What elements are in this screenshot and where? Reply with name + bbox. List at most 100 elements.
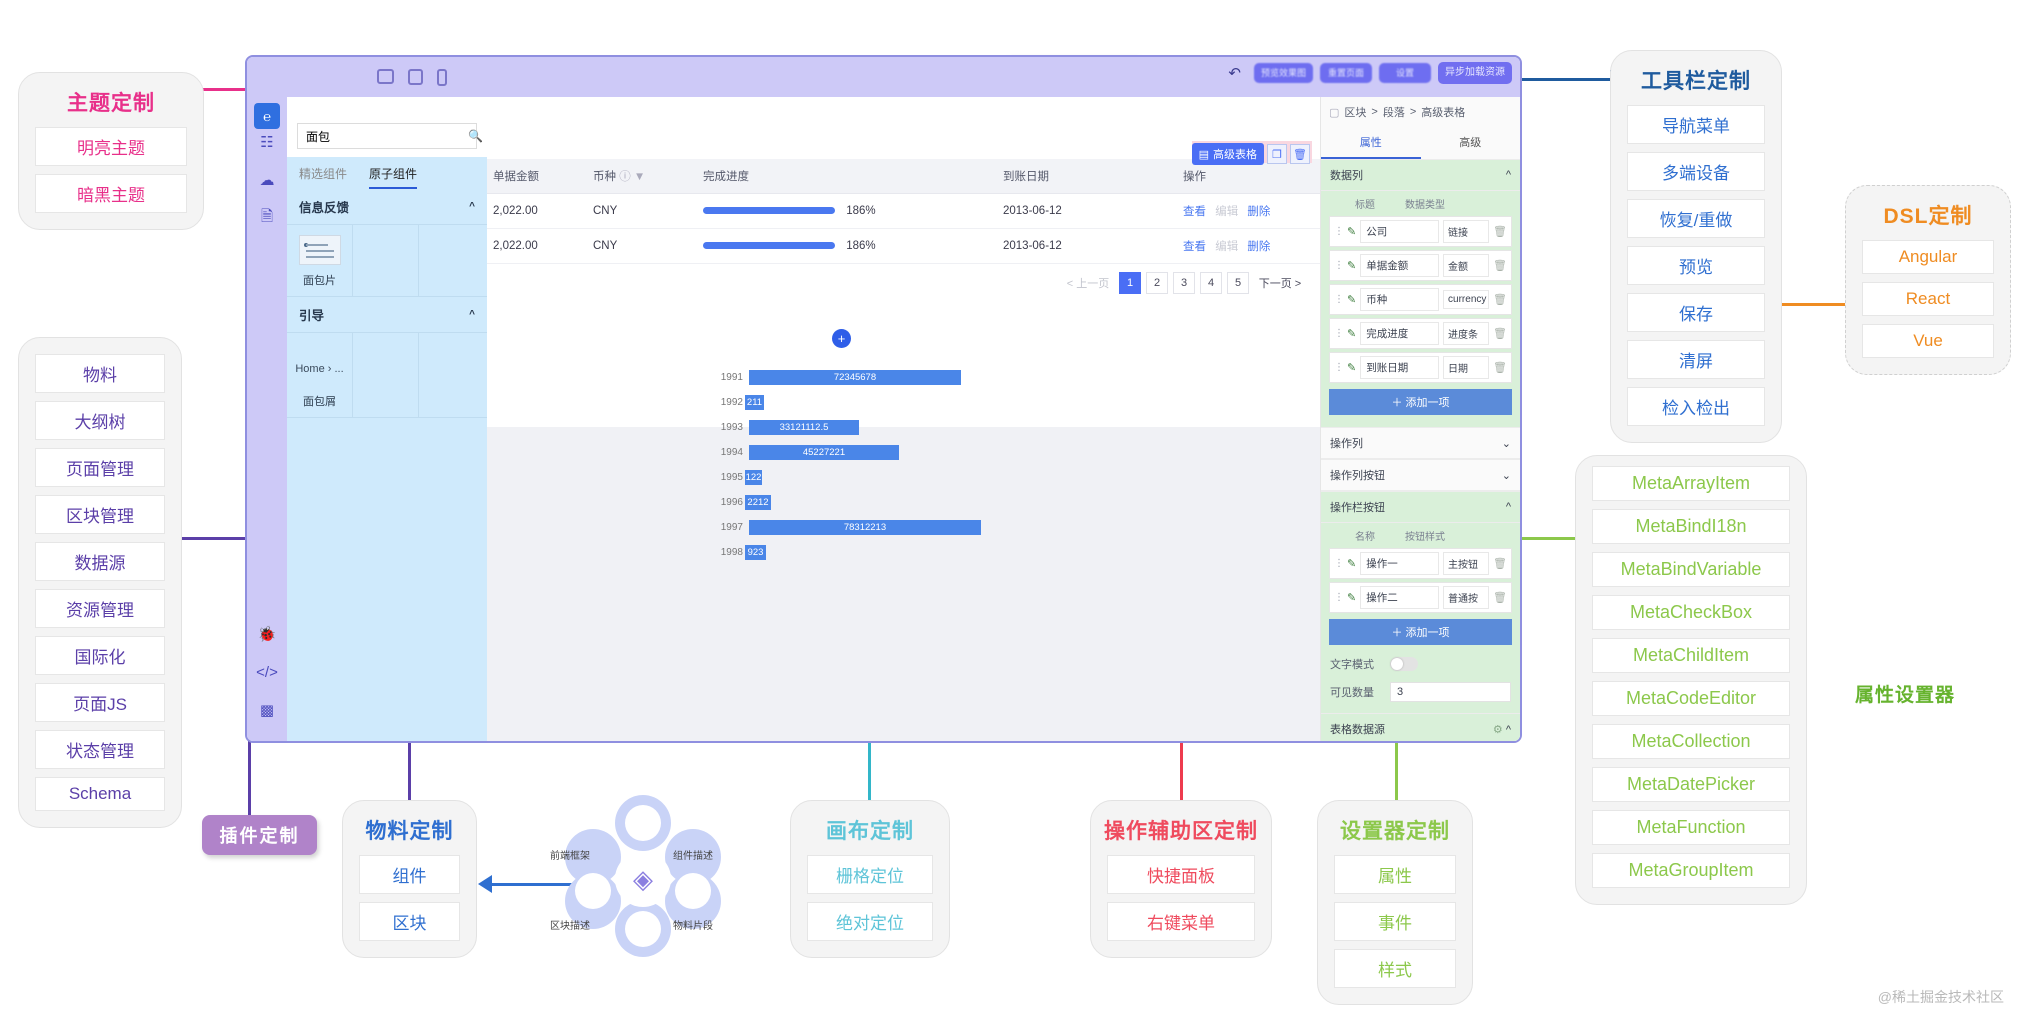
material-item-component[interactable]: 组件 <box>359 855 460 894</box>
table-row[interactable]: 2,022.00 CNY 186% 2013-06-12 查看 编辑 删除 <box>487 228 1320 264</box>
desktop-icon[interactable] <box>377 68 394 84</box>
meta-item-6[interactable]: MetaCollection <box>1592 724 1790 759</box>
undo-icon[interactable]: ↶ <box>1228 64 1241 82</box>
tablet-icon[interactable] <box>408 68 423 85</box>
toolbar-button-async-load[interactable]: 异步加载资源 <box>1438 62 1512 84</box>
drag-handle-icon[interactable]: ⋮ <box>1334 294 1344 305</box>
material-search-box[interactable]: 🔍 ✖ <box>297 123 498 149</box>
setter-item-events[interactable]: 事件 <box>1334 902 1456 941</box>
action-edit[interactable]: 编辑 <box>1215 241 1238 253</box>
data-column-row[interactable]: ⋮ ✎ 单据金额 金额 🗑 <box>1329 250 1512 281</box>
meta-item-7[interactable]: MetaDatePicker <box>1592 767 1790 802</box>
data-column-type[interactable]: 链接 <box>1443 220 1490 243</box>
toolbar-button-preview[interactable]: 预览效果图 <box>1253 62 1313 83</box>
search-icon[interactable]: 🔍 <box>468 129 483 143</box>
data-column-name[interactable]: 单据金额 <box>1360 254 1440 277</box>
toolbar-item-2[interactable]: 恢复/重做 <box>1627 199 1765 238</box>
meta-item-8[interactable]: MetaFunction <box>1592 810 1790 845</box>
material-item-breadslice[interactable]: 面包片 <box>287 225 353 296</box>
add-component-fab[interactable]: + <box>832 329 851 348</box>
drag-handle-icon[interactable]: ⋮ <box>1334 362 1344 373</box>
canvas-item-absolute[interactable]: 绝对定位 <box>807 902 933 941</box>
edit-icon[interactable]: ✎ <box>1347 591 1356 604</box>
action-button-row[interactable]: ⋮ ✎ 操作二 普通按 🗑 <box>1329 582 1512 613</box>
setter-item-styles[interactable]: 样式 <box>1334 949 1456 988</box>
material-group-feedback[interactable]: 信息反馈 ^ <box>287 189 487 225</box>
delete-icon[interactable]: 🗑 <box>1290 144 1310 164</box>
plugin-item-9[interactable]: Schema <box>35 777 165 811</box>
action-button-name[interactable]: 操作一 <box>1360 552 1440 575</box>
action-button-name[interactable]: 操作二 <box>1360 586 1440 609</box>
aux-item-quickpanel[interactable]: 快捷面板 <box>1107 855 1255 894</box>
trash-icon[interactable]: 🗑 <box>1493 259 1507 272</box>
chevron-up-icon-4[interactable]: ^ <box>1506 501 1511 513</box>
theme-item-dark[interactable]: 暗黑主题 <box>35 174 187 213</box>
data-column-row[interactable]: ⋮ ✎ 币种 currency 🗑 <box>1329 284 1512 315</box>
meta-item-0[interactable]: MetaArrayItem <box>1592 466 1790 501</box>
edit-icon[interactable]: ✎ <box>1347 361 1356 374</box>
trash-icon[interactable]: 🗑 <box>1493 557 1507 570</box>
plugin-item-2[interactable]: 页面管理 <box>35 448 165 487</box>
plugin-item-7[interactable]: 页面JS <box>35 683 165 722</box>
filter-icon[interactable]: ▼ <box>634 171 645 183</box>
group-action-column[interactable]: 操作列 ⌄ <box>1321 427 1520 459</box>
pagination-page-2[interactable]: 2 <box>1146 272 1168 294</box>
plugin-item-0[interactable]: 物料 <box>35 354 165 393</box>
edit-icon[interactable]: ✎ <box>1347 327 1356 340</box>
pagination-page-5[interactable]: 5 <box>1227 272 1249 294</box>
device-switcher[interactable] <box>377 68 447 86</box>
breadcrumb-block[interactable]: 区块 <box>1344 104 1366 120</box>
mobile-icon[interactable] <box>437 68 447 86</box>
edit-icon[interactable]: ✎ <box>1347 259 1356 272</box>
drag-handle-icon[interactable]: ⋮ <box>1334 226 1344 237</box>
pagination-next[interactable]: 下一页 > <box>1254 272 1306 294</box>
chevron-down-icon-2[interactable]: ⌄ <box>1502 469 1511 482</box>
material-group-guide[interactable]: 引导 ^ <box>287 297 487 333</box>
pagination-page-1[interactable]: 1 <box>1119 272 1141 294</box>
meta-item-3[interactable]: MetaCheckBox <box>1592 595 1790 630</box>
setter-item-props[interactable]: 属性 <box>1334 855 1456 894</box>
plugin-item-5[interactable]: 资源管理 <box>35 589 165 628</box>
tab-atomic-components[interactable]: 原子组件 <box>369 165 418 189</box>
dsl-item-vue[interactable]: Vue <box>1862 324 1994 358</box>
data-column-row[interactable]: ⋮ ✎ 公司 链接 🗑 <box>1329 216 1512 247</box>
toolbar-item-6[interactable]: 检入检出 <box>1627 387 1765 426</box>
data-column-type[interactable]: 金额 <box>1443 254 1490 277</box>
action-view[interactable]: 查看 <box>1183 241 1206 253</box>
data-column-name[interactable]: 公司 <box>1360 220 1440 243</box>
plugin-item-1[interactable]: 大纲树 <box>35 401 165 440</box>
action-button-row[interactable]: ⋮ ✎ 操作一 主按钮 🗑 <box>1329 548 1512 579</box>
trash-icon[interactable]: 🗑 <box>1493 293 1507 306</box>
theme-item-light[interactable]: 明亮主题 <box>35 127 187 166</box>
pagination-page-3[interactable]: 3 <box>1173 272 1195 294</box>
toolbar-item-5[interactable]: 清屏 <box>1627 340 1765 379</box>
data-column-name[interactable]: 到账日期 <box>1360 356 1440 379</box>
canvas-item-grid[interactable]: 栅格定位 <box>807 855 933 894</box>
link-icon[interactable]: ⚙ <box>1493 724 1503 736</box>
plugin-item-3[interactable]: 区块管理 <box>35 495 165 534</box>
toolbar-item-4[interactable]: 保存 <box>1627 293 1765 332</box>
meta-item-9[interactable]: MetaGroupItem <box>1592 853 1790 888</box>
material-item-breadcrumb[interactable]: Home › ... 面包屑 <box>287 333 353 417</box>
group-data-columns[interactable]: 数据列 ^ <box>1321 159 1520 191</box>
trash-icon[interactable]: 🗑 <box>1493 225 1507 238</box>
toolbar-item-3[interactable]: 预览 <box>1627 246 1765 285</box>
trash-icon[interactable]: 🗑 <box>1493 327 1507 340</box>
meta-item-1[interactable]: MetaBindI18n <box>1592 509 1790 544</box>
tree-icon[interactable]: ☷ <box>254 129 280 155</box>
pagination-prev[interactable]: < 上一页 <box>1062 272 1114 294</box>
plugin-item-4[interactable]: 数据源 <box>35 542 165 581</box>
data-column-row[interactable]: ⋮ ✎ 完成进度 进度条 🗑 <box>1329 318 1512 349</box>
action-button-style[interactable]: 主按钮 <box>1443 552 1490 575</box>
data-column-name[interactable]: 完成进度 <box>1360 322 1440 345</box>
table-row[interactable]: 2,022.00 CNY 186% 2013-06-12 查看 编辑 删除 <box>487 193 1320 229</box>
info-icon[interactable]: ⓘ <box>619 171 631 183</box>
drag-handle-icon[interactable]: ⋮ <box>1334 558 1344 569</box>
drag-handle-icon[interactable]: ⋮ <box>1334 260 1344 271</box>
breadcrumb-table[interactable]: 高级表格 <box>1421 104 1465 120</box>
text-mode-toggle[interactable] <box>1390 657 1418 671</box>
tab-properties[interactable]: 属性 <box>1321 127 1421 159</box>
action-view[interactable]: 查看 <box>1183 206 1206 218</box>
tab-featured-components[interactable]: 精选组件 <box>299 165 347 189</box>
chevron-up-icon-2[interactable]: ^ <box>469 309 475 320</box>
